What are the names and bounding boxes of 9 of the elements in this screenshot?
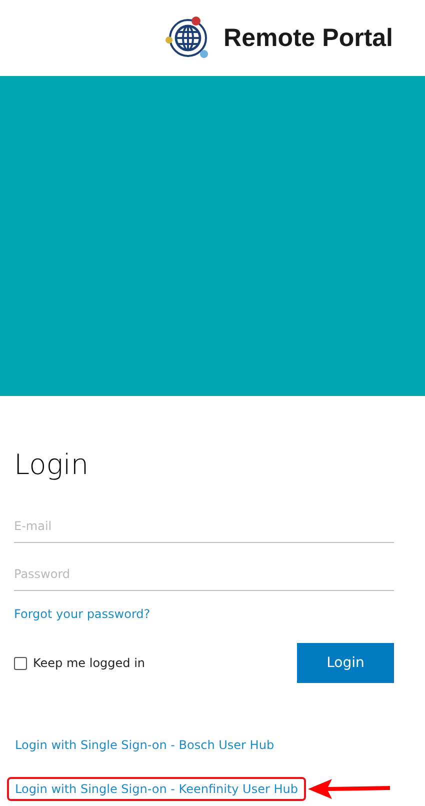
arrow-icon <box>308 778 390 800</box>
checkbox[interactable] <box>14 656 27 670</box>
login-button[interactable]: Login <box>297 643 394 683</box>
checkbox-label: Keep me logged in <box>33 656 146 670</box>
sso-link[interactable]: Login with Single Sign-on - Bosch User Hub <box>7 733 282 757</box>
forgot-password-link[interactable]: Forgot your password? <box>14 607 150 621</box>
brand-title: Remote Portal <box>224 24 393 52</box>
login-title: Login <box>14 448 90 481</box>
sso-link[interactable]: Login with Single Sign-on - Keenfinity User Hub <box>7 777 306 801</box>
